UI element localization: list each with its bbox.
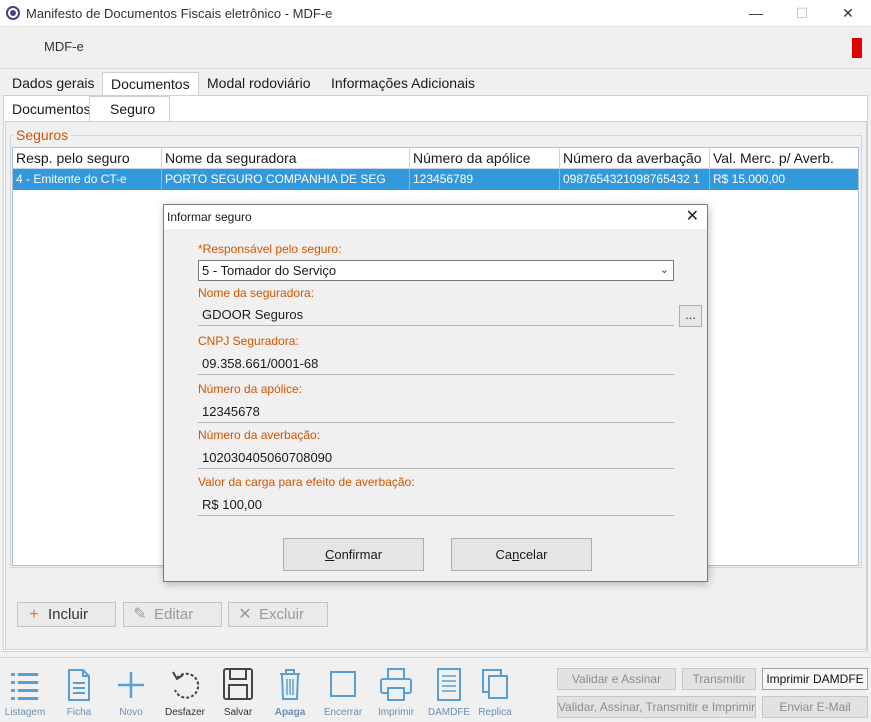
tab-dados-gerais[interactable]: Dados gerais	[4, 72, 103, 96]
table-cell: 0987654321098765432 1	[560, 169, 710, 190]
table-header: Resp. pelo seguro Nome da seguradora Núm…	[13, 148, 858, 169]
ficha-tool[interactable]: Ficha	[52, 666, 106, 718]
apaga-tool[interactable]: Apaga	[263, 666, 317, 718]
seguradora-label: Nome da seguradora:	[198, 286, 315, 300]
list-icon	[11, 673, 38, 700]
novo-label: Novo	[119, 707, 143, 718]
table-cell: PORTO SEGURO COMPANHIA DE SEG	[162, 169, 410, 190]
responsavel-label: *Responsável pelo seguro:	[198, 242, 342, 256]
subtab-documentos[interactable]: Documentos	[4, 97, 99, 122]
valor-field[interactable]: R$ 100,00	[198, 494, 674, 516]
cancelar-label-pre: Ca	[495, 547, 513, 562]
subtab-seguro[interactable]: Seguro	[89, 96, 170, 121]
tab-informacoes-adicionais[interactable]: Informações Adicionais	[323, 72, 483, 96]
valor-label: Valor da carga para efeito de averbação:	[198, 475, 415, 489]
desfazer-label: Desfazer	[164, 707, 205, 718]
validar-assinar-transmitir-imprimir-button[interactable]: Validar, Assinar, Transmitir e Imprimir	[557, 696, 756, 718]
salvar-label: Salvar	[223, 707, 253, 718]
encerrar-tool[interactable]: Encerrar	[316, 666, 370, 718]
cnpj-field[interactable]: 09.358.661/0001-68	[198, 353, 674, 375]
listagem-tool[interactable]: Listagem	[0, 666, 52, 718]
replica-tool[interactable]: Replica	[468, 666, 522, 718]
replica-label: Replica	[478, 707, 512, 718]
column-header-seguradora[interactable]: Nome da seguradora	[162, 148, 410, 169]
editar-label: Editar	[154, 606, 194, 623]
imprimir-tool[interactable]: Imprimir	[369, 666, 423, 718]
responsavel-select[interactable]: 5 - Tomador do Serviço ⌄	[198, 260, 674, 281]
table-row[interactable]: 4 - Emitente do CT-e PORTO SEGURO COMPAN…	[13, 169, 858, 190]
dialog-close-icon[interactable]: ✕	[686, 208, 699, 226]
tab-modal-rodoviario[interactable]: Modal rodoviário	[199, 72, 319, 96]
dialog-titlebar: Informar seguro ✕	[164, 205, 707, 229]
dialog-title: Informar seguro	[167, 210, 252, 224]
app-logo-icon	[6, 6, 20, 20]
incluir-label: Incluir	[48, 606, 89, 623]
pencil-icon: ✎	[133, 606, 147, 623]
excluir-label: Excluir	[259, 606, 305, 623]
ficha-label: Ficha	[66, 707, 92, 718]
desfazer-tool[interactable]: Desfazer	[158, 666, 212, 718]
cnpj-label: CNPJ Seguradora:	[198, 334, 299, 348]
confirmar-label: onfirmar	[334, 547, 383, 562]
seguradora-field[interactable]: GDOOR Seguros	[198, 304, 674, 326]
imprimir-damdfe-button[interactable]: Imprimir DAMDFE	[762, 668, 868, 690]
plus-icon	[118, 672, 144, 698]
tab-documentos[interactable]: Documentos	[102, 72, 199, 96]
chevron-down-icon: ⌄	[659, 264, 669, 276]
table-cell: 123456789	[410, 169, 560, 190]
column-header-resp[interactable]: Resp. pelo seguro	[13, 148, 162, 169]
transmitir-button[interactable]: Transmitir	[682, 668, 756, 690]
table-cell: R$ 15.000,00	[713, 172, 786, 186]
window-titlebar: Manifesto de Documentos Fiscais eletrôni…	[0, 0, 871, 27]
confirmar-button[interactable]: Confirmar	[283, 538, 424, 571]
apaga-label: Apaga	[274, 707, 306, 718]
plus-icon: +	[29, 606, 39, 623]
salvar-tool[interactable]: Salvar	[211, 666, 265, 718]
x-icon: ✕	[238, 606, 252, 623]
averbacao-label: Número da averbação:	[198, 428, 321, 442]
cancelar-label: celar	[519, 547, 548, 562]
table-cell: 4 - Emitente do CT-e	[13, 169, 162, 190]
window-title: Manifesto de Documentos Fiscais eletrôni…	[26, 6, 333, 21]
seguros-group-title: Seguros	[13, 127, 72, 143]
save-icon	[223, 668, 253, 700]
informar-seguro-dialog: Informar seguro ✕ *Responsável pelo segu…	[163, 204, 708, 582]
close-window-button[interactable]: ✕	[825, 0, 871, 27]
averbacao-field[interactable]: 102030405060708090	[198, 447, 674, 469]
app-header: MDF-e	[0, 27, 871, 69]
trash-icon	[280, 669, 300, 700]
responsavel-selected-value: 5 - Tomador do Serviço	[202, 263, 337, 278]
novo-tool[interactable]: Novo	[104, 666, 158, 718]
undo-icon	[172, 671, 200, 699]
confirmar-mnemonic: C	[324, 547, 335, 562]
apolice-label: Número da apólice:	[198, 382, 303, 396]
imprimir-label: Imprimir	[377, 707, 415, 718]
column-header-valor[interactable]: Val. Merc. p/ Averb.	[710, 148, 858, 169]
printer-icon	[380, 668, 412, 701]
excluir-button[interactable]: ✕ Excluir	[228, 602, 328, 627]
copy-icon	[482, 669, 508, 699]
maximize-button[interactable]: ☐	[779, 0, 825, 27]
report-icon	[437, 668, 461, 701]
bottom-toolbar: Listagem Ficha Novo Desfazer Salvar Apag…	[0, 657, 871, 722]
column-header-apolice[interactable]: Número da apólice	[410, 148, 560, 169]
seguradora-lookup-button[interactable]: ...	[679, 305, 702, 327]
listagem-label: Listagem	[4, 707, 46, 718]
encerrar-label: Encerrar	[323, 707, 363, 718]
enviar-email-button[interactable]: Enviar E-Mail	[762, 696, 868, 718]
stop-square-icon	[330, 671, 356, 697]
editar-button[interactable]: ✎ Editar	[123, 602, 222, 627]
status-indicator	[852, 38, 862, 58]
cancelar-button[interactable]: Cancelar	[451, 538, 592, 571]
app-header-label: MDF-e	[44, 39, 84, 54]
column-header-averbacao[interactable]: Número da averbação	[560, 148, 710, 169]
validar-assinar-button[interactable]: Validar e Assinar	[557, 668, 676, 690]
minimize-button[interactable]: —	[733, 0, 779, 27]
apolice-field[interactable]: 12345678	[198, 401, 674, 423]
incluir-button[interactable]: + Incluir	[17, 602, 116, 627]
document-icon	[68, 669, 90, 701]
